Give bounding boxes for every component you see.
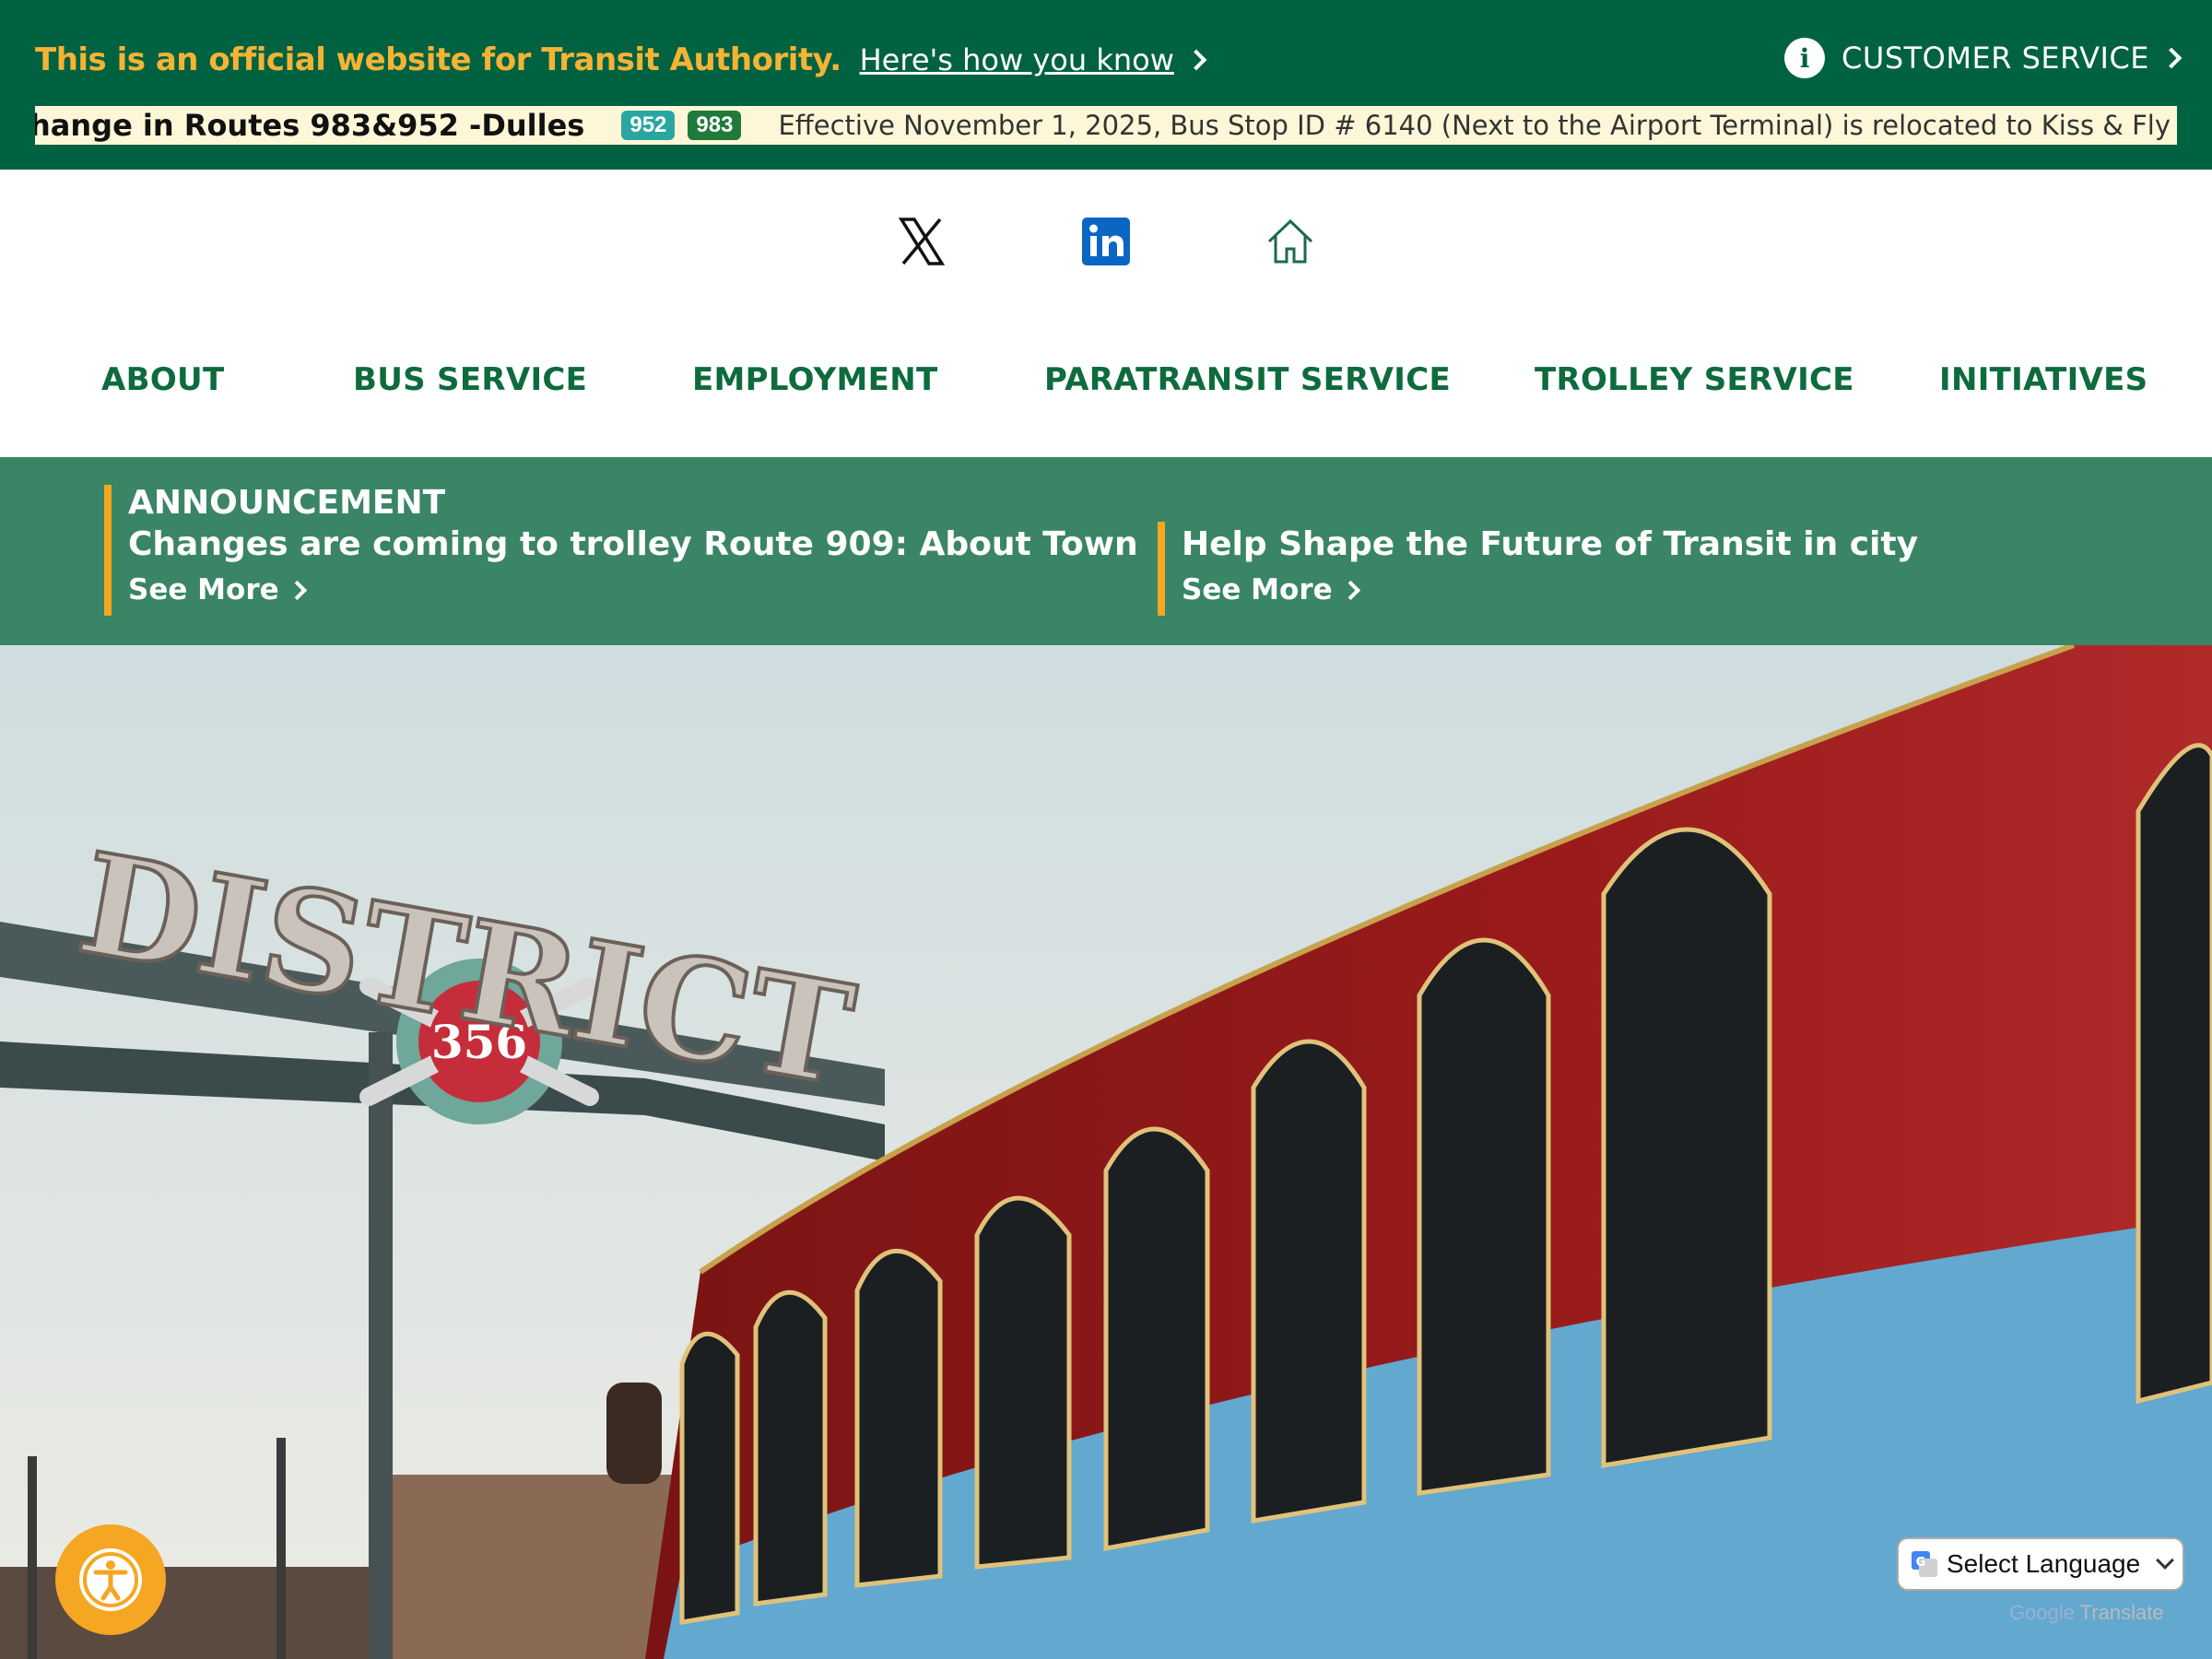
see-more-link[interactable]: See More: [1182, 568, 1918, 612]
official-text: This is an official website for Transit …: [35, 41, 841, 78]
see-more-link[interactable]: See More: [128, 568, 1138, 612]
svg-text:G: G: [1916, 1556, 1926, 1570]
customer-service-link[interactable]: i CUSTOMER SERVICE: [1784, 37, 2183, 79]
customer-service-label: CUSTOMER SERVICE: [1841, 41, 2149, 76]
x-icon[interactable]: [894, 214, 949, 269]
nav-item-paratransit-service[interactable]: PARATRANSIT SERVICE: [1044, 361, 1451, 398]
see-more-label: See More: [1182, 573, 1333, 606]
nav-item-bus-service[interactable]: BUS SERVICE: [353, 361, 587, 398]
nav-item-employment[interactable]: EMPLOYMENT: [692, 361, 937, 398]
ticker-text: Effective November 1, 2025, Bus Stop ID …: [778, 110, 2177, 141]
powered-by-translate: Google Translate: [2009, 1601, 2164, 1625]
accessibility-icon: [79, 1548, 142, 1611]
chevron-right-icon: [1340, 580, 1360, 600]
nav-item-initiatives[interactable]: INITIATIVES: [1939, 361, 2147, 398]
official-banner: This is an official website for Transit …: [0, 0, 2212, 170]
announcement-band: ANNOUNCEMENT Changes are coming to troll…: [0, 457, 2212, 645]
ticker-title: hange in Routes 983&952 -Dulles: [35, 108, 585, 143]
google-translate-icon: G: [1912, 1551, 1937, 1577]
language-select[interactable]: G Select Language: [1897, 1537, 2184, 1591]
official-row: This is an official website for Transit …: [35, 37, 1207, 83]
chevron-right-icon: [287, 580, 307, 600]
announcement-title[interactable]: Help Shape the Future of Transit in city: [1182, 522, 1918, 568]
social-links: [0, 214, 2212, 269]
how-you-know-link[interactable]: Here's how you know: [860, 42, 1174, 77]
linkedin-icon[interactable]: [1078, 214, 1134, 269]
chevron-right-icon: [1185, 49, 1207, 71]
see-more-label: See More: [128, 573, 279, 606]
main-nav: ABOUT BUS SERVICE EMPLOYMENT PARATRANSIT…: [0, 361, 2212, 413]
powered-by-label: Translate: [2079, 1601, 2164, 1624]
language-select-label: Select Language: [1947, 1549, 2141, 1578]
announcement-title[interactable]: Changes are coming to trolley Route 909:…: [128, 522, 1138, 568]
accessibility-button[interactable]: [55, 1524, 166, 1635]
announcement-item: ANNOUNCEMENT Changes are coming to troll…: [104, 485, 1138, 616]
route-badge: 952: [621, 111, 676, 140]
hero-image: 356 DISTRICT: [0, 645, 2212, 1659]
chevron-right-icon: [2160, 47, 2183, 69]
nav-item-about[interactable]: ABOUT: [101, 361, 224, 398]
info-icon: i: [1784, 38, 1826, 78]
nav-item-trolley-service[interactable]: TROLLEY SERVICE: [1535, 361, 1854, 398]
home-icon[interactable]: [1263, 214, 1318, 269]
announcement-item: Help Shape the Future of Transit in city…: [1158, 522, 1918, 616]
chevron-down-icon: [2156, 1551, 2174, 1570]
announcement-kicker: ANNOUNCEMENT: [128, 484, 446, 522]
google-logo: Google: [2009, 1601, 2075, 1624]
service-alert-ticker[interactable]: hange in Routes 983&952 -Dulles 952 983 …: [35, 106, 2177, 145]
route-badge: 983: [688, 111, 742, 140]
